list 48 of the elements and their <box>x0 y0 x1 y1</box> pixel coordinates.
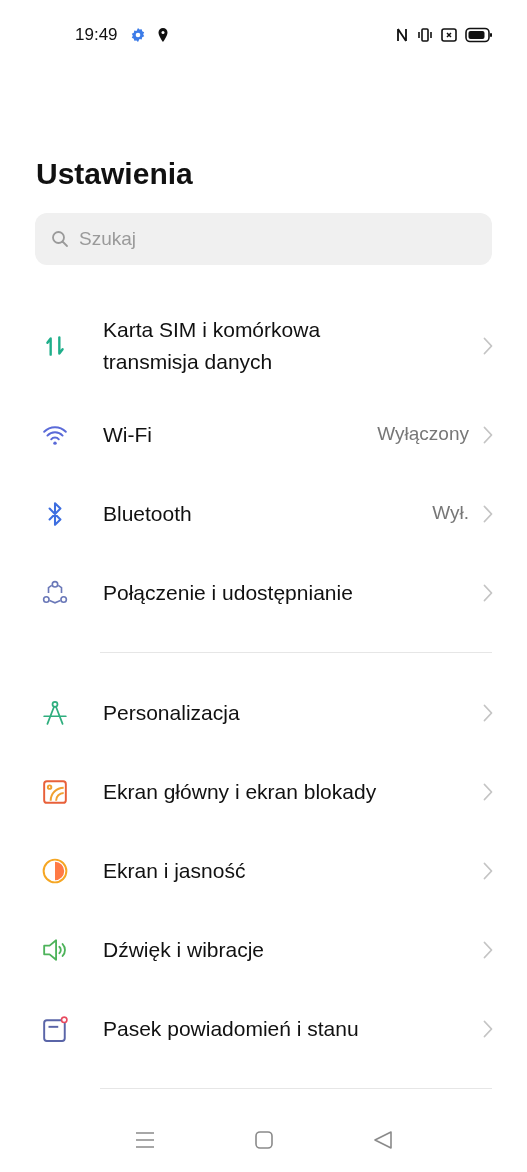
settings-item[interactable]: Ekran i jasność <box>0 831 527 910</box>
wallpaper-icon <box>42 778 68 805</box>
back-icon[interactable] <box>373 1131 392 1149</box>
settings-item[interactable]: Ekran główny i ekran blokady <box>0 752 527 831</box>
settings-item[interactable]: Personalizacja <box>0 673 527 752</box>
settings-item[interactable]: Pasek powiadomień i stanu <box>0 989 527 1068</box>
chevron-icon <box>483 583 493 602</box>
item-label: Połączenie i udostępnianie <box>103 579 354 606</box>
nfc-icon <box>396 27 408 43</box>
battery-icon <box>465 27 493 43</box>
chevron-icon <box>483 504 493 523</box>
chevron-icon <box>483 425 493 444</box>
home-icon[interactable] <box>255 1131 274 1149</box>
item-label: Pasek powiadomień i stanu <box>103 1015 360 1042</box>
compass-icon <box>42 699 68 726</box>
item-label: Dźwięk i wibracje <box>103 936 266 963</box>
item-value: Wył. <box>432 501 469 526</box>
settings-item[interactable]: Połączenie i udostępnianie <box>0 553 527 632</box>
location-pin-icon <box>157 28 168 42</box>
chevron-icon <box>483 703 493 722</box>
item-value: Wyłączony <box>377 422 469 447</box>
settings-item[interactable]: Wi-Fi Wyłączony <box>0 395 527 474</box>
half-circle-icon <box>42 857 68 884</box>
item-label: Ekran główny i ekran blokady <box>103 778 378 805</box>
item-label: Wi-Fi <box>103 421 153 448</box>
gear-icon <box>129 27 146 43</box>
chevron-icon <box>483 337 493 355</box>
chevron-icon <box>483 1019 493 1038</box>
network-nodes-icon <box>42 579 68 606</box>
chevron-icon <box>483 861 493 880</box>
item-label: Bluetooth <box>103 500 193 527</box>
search-icon <box>51 230 69 248</box>
chevron-icon <box>483 782 493 801</box>
settings-item[interactable]: Dźwięk i wibracje <box>0 910 527 989</box>
settings-item[interactable]: Bluetooth Wył. <box>0 474 527 553</box>
no-sim-icon <box>441 28 457 42</box>
page-title: Ustawienia <box>36 156 194 192</box>
item-label: Ekran i jasność <box>103 857 247 884</box>
vibrate-icon <box>417 27 433 43</box>
status-time: 19:49 <box>75 24 118 47</box>
chevron-icon <box>483 940 493 959</box>
notification-panel-icon <box>42 1015 68 1042</box>
search-field[interactable]: Szukaj <box>35 213 492 265</box>
item-label: Karta SIM i komórkowa transmisja danych <box>103 317 322 375</box>
item-label: Personalizacja <box>103 699 241 726</box>
settings-item[interactable]: Karta SIM i komórkowa transmisja danych <box>0 297 527 395</box>
speaker-icon <box>42 936 68 963</box>
menu-icon[interactable] <box>135 1131 156 1149</box>
